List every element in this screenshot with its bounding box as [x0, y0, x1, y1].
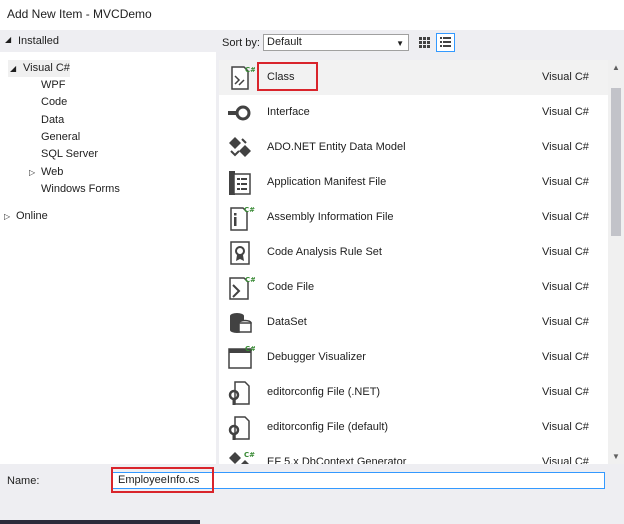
- template-language: Visual C#: [542, 456, 589, 464]
- chevron-down-icon: ▼: [396, 39, 404, 48]
- template-row-code-file[interactable]: C# Code File Visual C#: [219, 270, 608, 305]
- grid-view-icon[interactable]: [416, 34, 433, 51]
- tree-item-label: Windows Forms: [41, 183, 120, 195]
- template-language: Visual C#: [542, 351, 589, 363]
- template-name: Debugger Visualizer: [267, 351, 366, 363]
- template-row-assembly-info[interactable]: C# Assembly Information File Visual C#: [219, 200, 608, 235]
- svg-text:C#: C#: [245, 66, 255, 74]
- template-name: Assembly Information File: [267, 211, 394, 223]
- template-language: Visual C#: [542, 106, 589, 118]
- manifest-icon: [225, 168, 255, 198]
- rule-set-icon: [225, 238, 255, 268]
- assembly-info-icon: C#: [225, 203, 255, 233]
- template-row-class[interactable]: C# Class Visual C#: [219, 60, 608, 95]
- scroll-up-arrow-icon[interactable]: ▲: [612, 63, 620, 72]
- template-language: Visual C#: [542, 211, 589, 223]
- template-row-interface[interactable]: Interface Visual C#: [219, 95, 608, 130]
- template-row-manifest[interactable]: Application Manifest File Visual C#: [219, 165, 608, 200]
- title-bar: Add New Item - MVCDemo: [0, 0, 624, 30]
- tree-item-label: SQL Server: [41, 148, 99, 160]
- tree-item-general[interactable]: General: [41, 129, 80, 146]
- template-row-dataset[interactable]: DataSet Visual C#: [219, 305, 608, 340]
- name-highlight-box: [111, 467, 214, 493]
- template-name: Code File: [267, 281, 315, 293]
- template-language: Visual C#: [542, 141, 589, 153]
- template-pane: Sort by: Default ▼ C# Class Visual C# In…: [216, 30, 624, 464]
- svg-text:C#: C#: [245, 345, 255, 353]
- installed-label: Installed: [18, 35, 59, 47]
- expanded-arrow-icon[interactable]: ◢: [5, 35, 11, 44]
- svg-text:C#: C#: [245, 276, 255, 284]
- tree-item-code[interactable]: Code: [41, 94, 67, 111]
- tree-item-wpf[interactable]: WPF: [41, 77, 65, 94]
- template-list: C# Class Visual C# Interface Visual C# A…: [219, 60, 608, 464]
- svg-text:C#: C#: [244, 206, 255, 214]
- collapsed-arrow-icon[interactable]: ▷: [4, 208, 10, 225]
- template-name: DataSet: [267, 316, 307, 328]
- dataset-icon: [225, 308, 255, 338]
- scroll-down-arrow-icon[interactable]: ▼: [612, 452, 620, 461]
- bottom-strip: [0, 520, 200, 524]
- template-name: Application Manifest File: [267, 176, 387, 188]
- editorconfig-icon: [225, 413, 255, 443]
- class-highlight-box: [257, 62, 318, 91]
- tree-item-label: Web: [41, 166, 64, 178]
- list-view-icon[interactable]: [436, 33, 455, 52]
- tree-item-windows-forms[interactable]: Windows Forms: [41, 181, 120, 198]
- template-name: editorconfig File (.NET): [267, 386, 381, 398]
- template-name: editorconfig File (default): [267, 421, 389, 433]
- name-field-area: Name: EmployeeInfo.cs: [0, 464, 624, 524]
- template-language: Visual C#: [542, 176, 589, 188]
- template-name: Code Analysis Rule Set: [267, 246, 382, 258]
- name-label: Name:: [7, 475, 40, 487]
- sort-by-value: Default: [267, 36, 302, 48]
- template-language: Visual C#: [542, 421, 589, 433]
- template-language: Visual C#: [542, 316, 589, 328]
- template-row-ado-entity-model[interactable]: ADO.NET Entity Data Model Visual C#: [219, 130, 608, 165]
- tree-item-visual-csharp[interactable]: ◢ Visual C#: [8, 60, 70, 77]
- template-language: Visual C#: [542, 386, 589, 398]
- template-name: EF 5.x DbContext Generator: [267, 456, 407, 464]
- tree-item-sql-server[interactable]: SQL Server: [41, 146, 98, 163]
- svg-text:C#: C#: [244, 451, 255, 459]
- tree-item-label: Code: [41, 96, 68, 108]
- template-row-rule-set[interactable]: Code Analysis Rule Set Visual C#: [219, 235, 608, 270]
- template-row-ef-dbcontext[interactable]: C# EF 5.x DbContext Generator Visual C#: [219, 445, 608, 464]
- vertical-scrollbar[interactable]: ▲ ▼: [608, 60, 624, 464]
- window-title: Add New Item - MVCDemo: [7, 7, 152, 21]
- collapsed-arrow-icon[interactable]: ▷: [29, 164, 35, 181]
- tree-item-data[interactable]: Data: [41, 112, 64, 129]
- code-file-icon: C#: [225, 273, 256, 303]
- ef-generator-icon: C#: [225, 448, 255, 464]
- tree-item-online[interactable]: ▷ Online: [3, 208, 63, 225]
- category-pane: ◢ Installed ◢ Visual C# WPF Code Data Ge…: [0, 30, 216, 464]
- tree-item-label: Visual C#: [23, 62, 70, 74]
- online-label: Online: [16, 210, 48, 222]
- entity-model-icon: [225, 133, 255, 163]
- tree-item-label: General: [41, 131, 81, 143]
- installed-header[interactable]: ◢ Installed: [0, 30, 216, 52]
- sort-by-dropdown[interactable]: Default ▼: [263, 34, 409, 51]
- template-row-editorconfig-default[interactable]: editorconfig File (default) Visual C#: [219, 410, 608, 445]
- sort-by-label: Sort by:: [222, 37, 260, 49]
- template-language: Visual C#: [542, 246, 589, 258]
- template-language: Visual C#: [542, 71, 589, 83]
- template-name: ADO.NET Entity Data Model: [267, 141, 406, 153]
- debugger-visualizer-icon: C#: [225, 343, 256, 373]
- tree-item-web[interactable]: ▷ Web: [27, 164, 87, 181]
- expanded-arrow-icon[interactable]: ◢: [10, 60, 16, 77]
- editorconfig-icon: [225, 378, 255, 408]
- scroll-thumb[interactable]: [611, 88, 621, 236]
- template-row-editorconfig-dotnet[interactable]: editorconfig File (.NET) Visual C#: [219, 375, 608, 410]
- template-language: Visual C#: [542, 281, 589, 293]
- class-icon: C#: [225, 63, 256, 93]
- tree-item-label: Data: [41, 114, 65, 126]
- tree-item-label: WPF: [41, 79, 66, 91]
- template-row-debugger-visualizer[interactable]: C# Debugger Visualizer Visual C#: [219, 340, 608, 375]
- interface-icon: [225, 98, 255, 128]
- template-name: Interface: [267, 106, 310, 118]
